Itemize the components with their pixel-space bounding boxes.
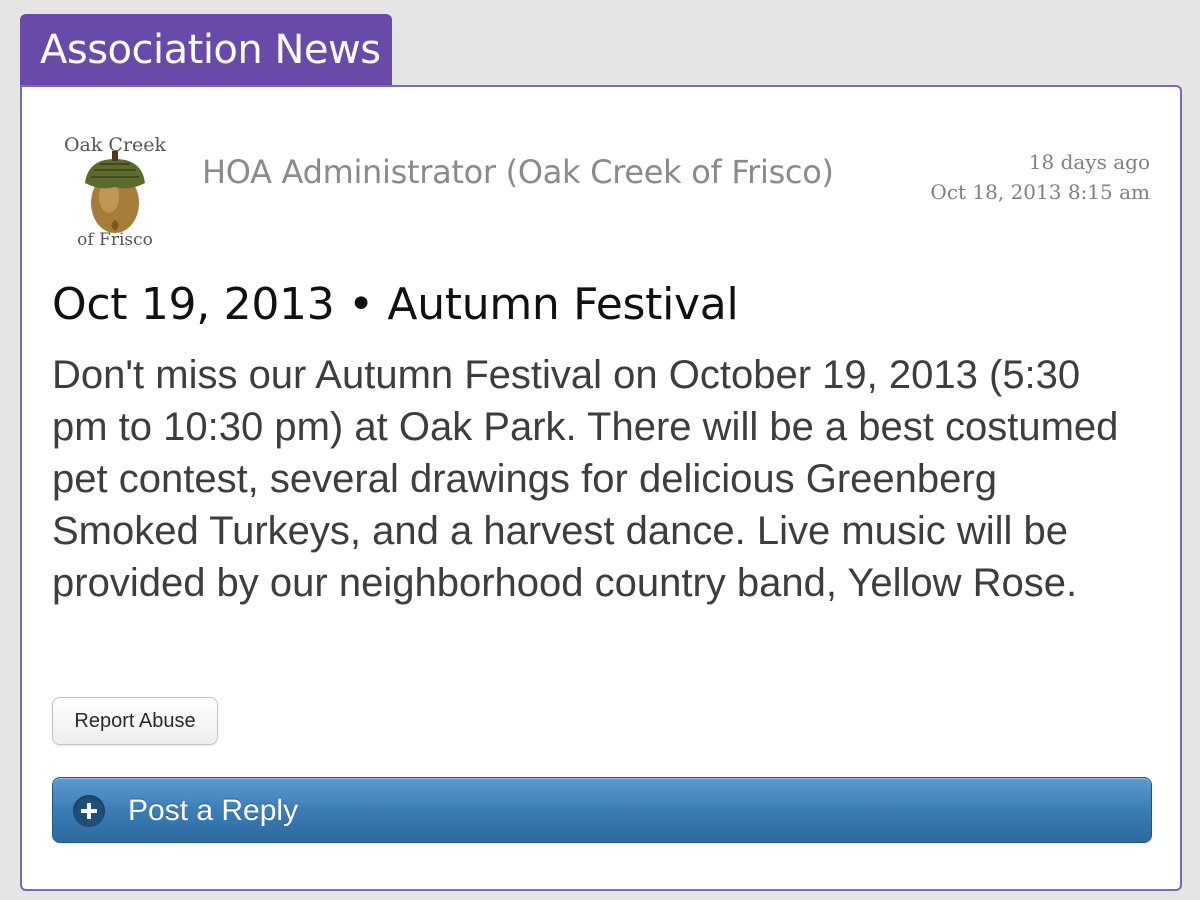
acorn-icon [85,151,145,233]
post-author: HOA Administrator (Oak Creek of Frisco) [202,153,834,191]
hoa-logo: Oak Creek of Frisco [64,134,167,249]
report-abuse-button[interactable]: Report Abuse [52,697,218,745]
logo-text-bottom: of Frisco [77,230,153,249]
post-relative-time: 18 days ago [1028,150,1150,174]
post-reply-label: Post a Reply [128,794,299,827]
post-headline: Oct 19, 2013 • Autumn Festival [52,279,739,330]
post-meta: 18 days ago Oct 18, 2013 8:15 am [930,147,1150,207]
post-body: Don't miss our Autumn Festival on Octobe… [52,353,1119,605]
section-tab: Association News [20,14,392,86]
news-post-panel: Oak Creek of Frisco HOA Administrator (O… [20,85,1182,891]
plus-circle-icon [73,795,105,827]
post-reply-button[interactable]: Post a Reply [52,777,1152,843]
section-title: Association News [40,27,381,73]
post-timestamp: Oct 18, 2013 8:15 am [930,180,1150,204]
